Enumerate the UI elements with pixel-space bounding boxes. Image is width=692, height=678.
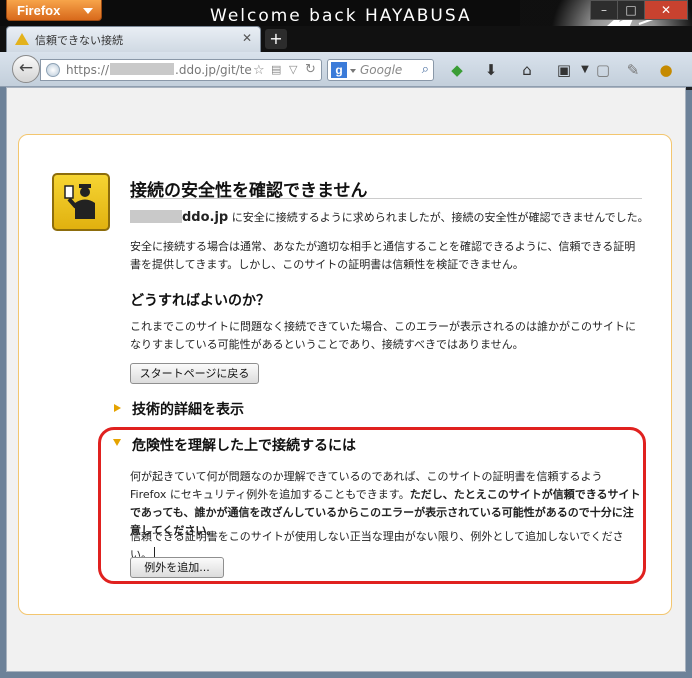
technical-details-expander[interactable]: 技術的詳細を表示 [132,399,244,419]
search-bar[interactable]: g Google ⌕ [327,59,434,81]
police-warning-icon [52,173,110,231]
url-bar[interactable]: https:// .ddo.jp/git/tes ☆ ▤ ▽ ↻ [40,59,322,81]
expander-collapsed-icon[interactable] [114,404,121,412]
what-should-i-do-text: これまでこのサイトに問題なく接続できていた場合、このエラーが表示されるのは誰かが… [130,320,636,351]
chevron-down-icon [83,8,93,14]
new-tab-button[interactable]: + [265,29,287,49]
search-icon[interactable]: ⌕ [422,62,429,77]
addon-icon[interactable]: ◆ [446,60,468,80]
reload-icon[interactable]: ↻ [305,62,316,77]
highlight-annotation [98,427,646,584]
bookmarks-icon[interactable]: ▣ [553,60,575,80]
what-should-i-do-heading: どうすればよいのか？ [130,293,270,309]
tab-label: 信頼できない接続 [35,34,123,47]
star-icon[interactable]: ☆ [253,63,265,78]
url-suffix: .ddo.jp/git/tes [175,63,252,77]
search-placeholder: Google [360,63,403,77]
firefox-menu-button[interactable]: Firefox [6,0,102,21]
google-engine-icon[interactable]: g [331,62,347,78]
download-icon[interactable]: ⬇ [480,60,502,80]
navigation-toolbar: https:// .ddo.jp/git/tes ☆ ▤ ▽ ↻ ← g Goog… [0,52,692,87]
firefox-menu-label: Firefox [17,3,61,18]
home-icon[interactable]: ⌂ [516,60,538,80]
back-button[interactable]: ← [12,55,40,83]
description-paragraph: 安全に接続する場合は通常、あなたが適切な相手と通信することを確認できるように、信… [130,240,636,271]
close-window-button[interactable]: ✕ [644,0,688,20]
warning-icon [15,33,29,45]
reader-icon[interactable]: ▤ [271,63,281,76]
pen-icon[interactable]: ✎ [622,60,644,80]
minimize-button[interactable]: – [590,0,618,20]
tab-untrusted-connection[interactable]: 信頼できない接続 ✕ [6,26,261,52]
redacted-host [130,210,182,223]
screenshot-icon[interactable]: ▢ [592,60,614,80]
title-divider [130,198,642,199]
host-name: ddo.jp [182,210,229,225]
extension-icon[interactable]: ● [655,60,677,80]
error-intro: ddo.jp に安全に接続するように求められましたが、接続の安全性が確認できませ… [130,209,650,227]
redacted-host [110,63,175,75]
get-me-out-button[interactable]: スタートページに戻る [130,363,259,384]
url-prefix: https:// [66,63,110,77]
dropdown-icon[interactable]: ▽ [289,63,297,76]
url-text: https:// .ddo.jp/git/tes [66,63,252,77]
maximize-button[interactable]: □ [617,0,645,20]
close-tab-icon[interactable]: ✕ [242,31,252,45]
theme-banner-text: Welcome back HAYABUSA [210,6,472,26]
chevron-down-icon[interactable] [350,69,356,73]
globe-icon [46,63,60,77]
intro-text: に安全に接続するように求められましたが、接続の安全性が確認できませんでした。 [231,211,649,224]
browser-window: Firefox Welcome back HAYABUSA – □ ✕ 信頼でき… [0,0,692,678]
